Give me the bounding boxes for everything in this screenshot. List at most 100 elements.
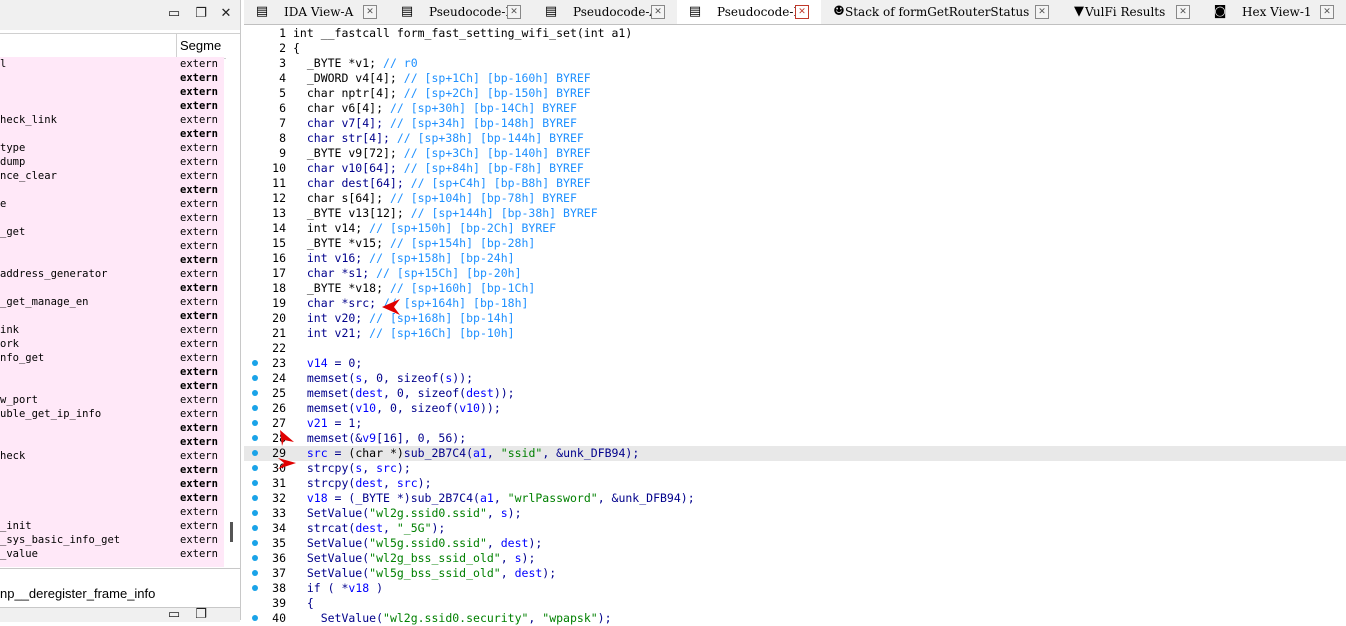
function-list-row[interactable]: nce_clear extern	[0, 169, 224, 183]
code-line[interactable]: 27 v21 = 1;	[244, 416, 1346, 431]
code-line[interactable]: 30 strcpy(s, src);	[244, 461, 1346, 476]
code-line[interactable]: 23 v14 = 0;	[244, 356, 1346, 371]
code-line[interactable]: 12 char s[64]; // [sp+104h] [bp-78h] BYR…	[244, 191, 1346, 206]
code-line[interactable]: 26 memset(v10, 0, sizeof(v10));	[244, 401, 1346, 416]
tab-pseudocode-e[interactable]: ▤ Pseudocode-E ✕	[389, 0, 533, 24]
function-list-row[interactable]: extern	[0, 71, 224, 85]
code-line[interactable]: 19 char *src; // [sp+164h] [bp-18h]	[244, 296, 1346, 311]
function-list-row[interactable]: dump extern	[0, 155, 224, 169]
function-list-row[interactable]: extern	[0, 421, 224, 435]
tab-vulfi-results[interactable]: ▼ VulFi Results ✕	[1061, 0, 1202, 24]
function-list-row[interactable]: extern	[0, 211, 224, 225]
column-divider[interactable]	[176, 34, 177, 58]
pseudocode-view[interactable]: 1 int __fastcall form_fast_setting_wifi_s…	[244, 25, 1346, 625]
code-line[interactable]: 31 strcpy(dest, src);	[244, 476, 1346, 491]
function-list-row[interactable]: ink extern	[0, 323, 224, 337]
function-list-row[interactable]: ork extern	[0, 337, 224, 351]
function-list-row[interactable]: extern	[0, 365, 224, 379]
function-list-row[interactable]: _get_manage_en extern	[0, 295, 224, 309]
minimize-bottom-pane-icon[interactable]: ▭	[166, 607, 182, 623]
tab-ida-view-a[interactable]: ▤ IDA View-A ✕	[244, 0, 389, 24]
function-list-row[interactable]: extern	[0, 85, 224, 99]
code-line[interactable]: 15 _BYTE *v15; // [sp+154h] [bp-28h]	[244, 236, 1346, 251]
code-line[interactable]: 25 memset(dest, 0, sizeof(dest));	[244, 386, 1346, 401]
tab-stack-of-formgetrouterstatus[interactable]: ☻ Stack of formGetRouterStatus ✕	[821, 0, 1061, 24]
close-tab-icon[interactable]: ✕	[651, 5, 665, 19]
code-line[interactable]: 39 {	[244, 596, 1346, 611]
function-list-row[interactable]: extern	[0, 183, 224, 197]
code-line[interactable]: 8 char str[4]; // [sp+38h] [bp-144h] BYR…	[244, 131, 1346, 146]
function-list-row[interactable]: extern	[0, 127, 224, 141]
code-line[interactable]: 32 v18 = (_BYTE *)sub_2B7C4(a1, "wrlPass…	[244, 491, 1346, 506]
code-line[interactable]: 37 SetValue("wl5g_bss_ssid_old", dest);	[244, 566, 1346, 581]
function-list-row[interactable]: type extern	[0, 141, 224, 155]
function-list-row[interactable]: _get extern	[0, 225, 224, 239]
function-list-row[interactable]: e extern	[0, 197, 224, 211]
function-list-row[interactable]: extern	[0, 491, 224, 505]
function-list-row[interactable]: _init extern	[0, 519, 224, 533]
close-tab-icon[interactable]: ✕	[1176, 5, 1190, 19]
code-line[interactable]: 16 int v16; // [sp+158h] [bp-24h]	[244, 251, 1346, 266]
function-list-row[interactable]: extern	[0, 379, 224, 393]
function-list-row[interactable]: extern	[0, 253, 224, 267]
function-list-row[interactable]: nfo_get extern	[0, 351, 224, 365]
scrollbar-thumb[interactable]	[230, 522, 233, 542]
close-tab-icon[interactable]: ✕	[1035, 5, 1049, 19]
tab-pseudocode-a[interactable]: ▤ Pseudocode-A ✕	[533, 0, 677, 24]
code-line[interactable]: 13 _BYTE v13[12]; // [sp+144h] [bp-38h] …	[244, 206, 1346, 221]
code-line[interactable]: 35 SetValue("wl5g.ssid0.ssid", dest);	[244, 536, 1346, 551]
close-tab-icon[interactable]: ✕	[363, 5, 377, 19]
function-list-row[interactable]: extern	[0, 463, 224, 477]
code-line[interactable]: 38 if ( *v18 )	[244, 581, 1346, 596]
function-list-row[interactable]: extern	[0, 309, 224, 323]
function-list-row[interactable]: extern	[0, 505, 224, 519]
close-tab-icon[interactable]: ✕	[795, 5, 809, 19]
segment-column-header[interactable]: Segme	[180, 38, 221, 53]
code-line[interactable]: 34 strcat(dest, "_5G");	[244, 521, 1346, 536]
tab-hex-view-1[interactable]: ◙ Hex View-1 ✕	[1202, 0, 1346, 24]
function-list-scrollbar[interactable]	[226, 57, 240, 567]
function-list-row[interactable]: _value extern	[0, 547, 224, 561]
function-list-row[interactable]: extern	[0, 477, 224, 491]
code-line[interactable]: 28 memset(&v9[16], 0, 56);	[244, 431, 1346, 446]
code-line[interactable]: 9 _BYTE v9[72]; // [sp+3Ch] [bp-140h] BY…	[244, 146, 1346, 161]
code-line[interactable]: 18 _BYTE *v18; // [sp+160h] [bp-1Ch]	[244, 281, 1346, 296]
tab-pseudocode-d[interactable]: ▤ Pseudocode-D ✕	[677, 0, 821, 24]
function-list-row[interactable]: _sys_basic_info_get extern	[0, 533, 224, 547]
code-line[interactable]: 7 char v7[4]; // [sp+34h] [bp-148h] BYRE…	[244, 116, 1346, 131]
code-line[interactable]: 11 char dest[64]; // [sp+C4h] [bp-B8h] B…	[244, 176, 1346, 191]
function-list-row[interactable]: extern	[0, 239, 224, 253]
code-line[interactable]: 17 char *s1; // [sp+15Ch] [bp-20h]	[244, 266, 1346, 281]
function-list-row[interactable]: uble_get_ip_info extern	[0, 407, 224, 421]
function-list-row[interactable]: extern	[0, 281, 224, 295]
code-line[interactable]: 40 SetValue("wl2g.ssid0.security", "wpap…	[244, 611, 1346, 626]
code-line[interactable]: 20 int v20; // [sp+168h] [bp-14h]	[244, 311, 1346, 326]
code-line[interactable]: 2{	[244, 41, 1346, 56]
code-line[interactable]: 4 _DWORD v4[4]; // [sp+1Ch] [bp-160h] BY…	[244, 71, 1346, 86]
code-line[interactable]: 10 char v10[64]; // [sp+84h] [bp-F8h] BY…	[244, 161, 1346, 176]
code-line[interactable]: 14 int v14; // [sp+150h] [bp-2Ch] BYREF	[244, 221, 1346, 236]
code-line[interactable]: 36 SetValue("wl2g_bss_ssid_old", s);	[244, 551, 1346, 566]
close-tab-icon[interactable]: ✕	[1320, 5, 1334, 19]
function-list-row[interactable]: l extern	[0, 57, 224, 71]
code-line[interactable]: 1 int __fastcall form_fast_setting_wifi_s…	[244, 26, 1346, 41]
code-line[interactable]: 3 _BYTE *v1; // r0	[244, 56, 1346, 71]
close-tab-icon[interactable]: ✕	[507, 5, 521, 19]
float-pane-icon[interactable]: ❐	[193, 6, 209, 22]
function-list-row[interactable]: extern	[0, 99, 224, 113]
float-bottom-pane-icon[interactable]: ❐	[193, 607, 209, 623]
minimize-pane-icon[interactable]: ▭	[166, 6, 182, 22]
code-line[interactable]: 33 SetValue("wl2g.ssid0.ssid", s);	[244, 506, 1346, 521]
close-pane-icon[interactable]: ✕	[218, 6, 234, 22]
function-list-row[interactable]: heck_link extern	[0, 113, 224, 127]
code-line[interactable]: 6 char v6[4]; // [sp+30h] [bp-14Ch] BYRE…	[244, 101, 1346, 116]
code-line[interactable]: 24 memset(s, 0, sizeof(s));	[244, 371, 1346, 386]
code-line[interactable]: 5 char nptr[4]; // [sp+2Ch] [bp-150h] BY…	[244, 86, 1346, 101]
selected-function-name[interactable]: np__deregister_frame_info	[0, 586, 155, 601]
function-list-row[interactable]: address_generator extern	[0, 267, 224, 281]
function-list-row[interactable]: heck extern	[0, 449, 224, 463]
code-line[interactable]: 21 int v21; // [sp+16Ch] [bp-10h]	[244, 326, 1346, 341]
code-line[interactable]: 29 src = (char *)sub_2B7C4(a1, "ssid", &…	[244, 446, 1346, 461]
function-list-row[interactable]: extern	[0, 435, 224, 449]
code-line[interactable]: 22	[244, 341, 1346, 356]
